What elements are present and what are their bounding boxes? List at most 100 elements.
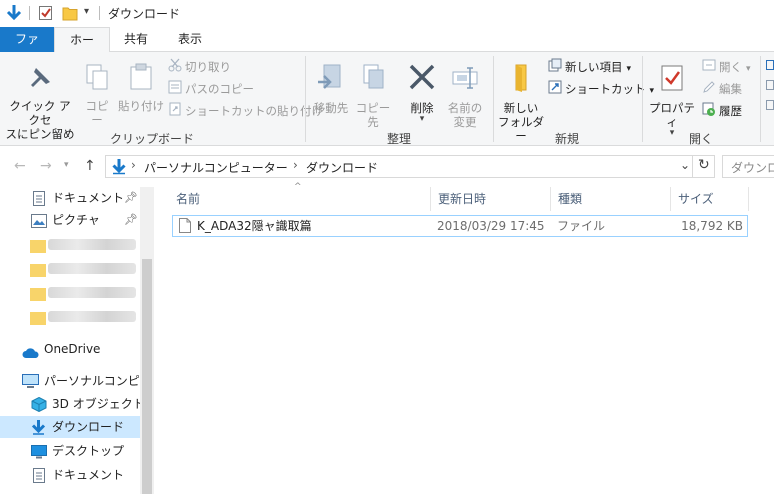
pin-icon[interactable]: 📌︎ [124, 187, 138, 209]
pin-icon[interactable]: 📌︎ [124, 209, 138, 231]
copy-icon [80, 62, 114, 95]
invert-selection-icon[interactable] [766, 100, 774, 110]
nav-pane-scrollbar[interactable] [140, 187, 154, 494]
file-name: K_ADA32隠ャ識取篇 [197, 219, 312, 233]
ribbon-tab-bar: ファイル ホーム 共有 表示 [0, 27, 774, 71]
nav-item-3d-objects[interactable]: 3D オブジェクト [0, 393, 140, 415]
tab-view[interactable]: 表示 [165, 27, 215, 52]
column-divider[interactable] [430, 187, 431, 211]
rename-icon [444, 62, 486, 97]
nav-item-documents[interactable]: ドキュメント [0, 464, 140, 486]
move-to-button[interactable]: 移動先 [310, 62, 352, 115]
cut-label: 切り取り [185, 60, 231, 74]
folder-icon [30, 238, 46, 255]
properties-label: プロパティ [649, 101, 695, 129]
back-arrow-icon[interactable]: ← [14, 158, 26, 174]
new-item-button[interactable]: 新しい項目 ▾ [548, 57, 631, 77]
nav-item-documents-pinned[interactable]: ドキュメント 📌︎ [0, 187, 140, 209]
nav-item-blurred-folder[interactable] [0, 233, 140, 255]
copy-button[interactable]: コピー [80, 62, 114, 127]
paste-shortcut-button[interactable]: ショートカットの貼り付け [168, 101, 323, 121]
copy-path-icon [168, 80, 182, 100]
blurred-folder-name [48, 263, 136, 274]
select-all-icon[interactable] [766, 60, 774, 70]
delete-dropdown-icon[interactable]: ▾ [404, 115, 440, 124]
tab-share[interactable]: 共有 [113, 27, 159, 52]
pin-quick-access-line1: クイック アクセ [9, 99, 71, 127]
up-arrow-icon[interactable]: ↑ [84, 158, 96, 174]
column-header-date[interactable]: 更新日時 [438, 187, 550, 211]
download-arrow-icon [31, 419, 46, 438]
rename-line2: 変更 [453, 115, 477, 129]
copy-to-button[interactable]: コピー先 [352, 62, 394, 129]
file-date: 2018/03/29 17:45 [437, 219, 545, 233]
nav-item-onedrive[interactable]: OneDrive [0, 338, 140, 360]
properties-button[interactable]: プロパティ ▾ [646, 62, 698, 138]
open-button[interactable]: 開く ▾ [702, 57, 751, 77]
refresh-icon[interactable]: ↻ [698, 157, 710, 173]
column-header-size[interactable]: サイズ [678, 187, 748, 211]
breadcrumb-this-pc[interactable]: パーソナルコンピューター [144, 159, 288, 176]
column-header-name[interactable]: 名前 [176, 187, 430, 211]
new-folder-quick-icon[interactable] [62, 4, 78, 25]
cut-button[interactable]: 切り取り [168, 57, 231, 77]
address-dropdown-icon[interactable]: ⌄ [680, 158, 690, 172]
edit-button[interactable]: 編集 [702, 79, 742, 99]
column-divider[interactable] [748, 187, 749, 211]
tab-file[interactable]: ファイル [0, 27, 54, 70]
breadcrumb-downloads[interactable]: ダウンロード [306, 159, 378, 176]
properties-quick-icon[interactable] [38, 4, 54, 25]
open-dropdown-icon: ▾ [746, 64, 751, 74]
customize-quick-access-icon[interactable]: ▾ [84, 6, 89, 17]
select-none-icon[interactable] [766, 80, 774, 90]
toolbar-divider [29, 6, 30, 20]
nav-item-pictures[interactable]: ピクチャ 📌︎ [0, 209, 140, 231]
rename-button[interactable]: 名前の 変更 [444, 62, 486, 129]
nav-item-label: デスクトップ [52, 444, 125, 458]
new-folder-line1: 新しい [503, 101, 539, 115]
generic-file-icon [179, 218, 191, 239]
history-icon [702, 102, 716, 122]
new-group-label: 新規 [554, 132, 579, 146]
new-item-icon [548, 58, 562, 78]
folder-icon [30, 262, 46, 279]
easy-access-button[interactable]: ショートカット ▾ [548, 79, 654, 99]
file-row[interactable]: K_ADA32隠ャ識取篇 2018/03/29 17:45 ファイル 18,79… [172, 215, 748, 237]
nav-item-desktop[interactable]: デスクトップ [0, 440, 140, 462]
paste-shortcut-label: ショートカットの貼り付け [185, 104, 323, 118]
nav-item-this-pc[interactable]: パーソナルコンピュータ [0, 370, 140, 392]
scissors-icon [168, 58, 182, 78]
copy-to-icon [352, 62, 394, 97]
shortcut-icon [548, 80, 562, 100]
column-divider[interactable] [670, 187, 671, 211]
forward-arrow-icon[interactable]: → [40, 158, 52, 174]
delete-button[interactable]: 削除 ▾ [404, 62, 440, 124]
file-type: ファイル [557, 219, 606, 233]
nav-item-blurred-folder[interactable] [0, 257, 140, 279]
paste-label: 貼り付け [118, 99, 164, 113]
address-bar[interactable]: › パーソナルコンピューター › ダウンロード ⌄ ↻ [105, 155, 715, 178]
paste-button[interactable]: 貼り付け [118, 62, 164, 113]
download-arrow-icon[interactable] [6, 4, 22, 25]
recent-locations-chevron-icon[interactable]: ▾ [64, 160, 69, 170]
history-button[interactable]: 履歴 [702, 101, 742, 121]
copy-path-button[interactable]: パスのコピー [168, 79, 254, 99]
search-input[interactable]: ダウンロー [722, 155, 774, 178]
nav-item-label: ドキュメント [52, 191, 125, 205]
blurred-folder-name [48, 311, 136, 322]
nav-item-blurred-folder[interactable] [0, 281, 140, 303]
history-label: 履歴 [719, 104, 742, 118]
tab-home[interactable]: ホーム [54, 27, 110, 71]
column-divider[interactable] [550, 187, 551, 211]
edit-pencil-icon [702, 80, 716, 100]
column-header-type[interactable]: 種類 [558, 187, 670, 211]
blurred-folder-name [48, 239, 136, 250]
nav-item-downloads[interactable]: ダウンロード [0, 416, 140, 438]
breadcrumb-chevron-icon[interactable]: › [293, 158, 298, 172]
nav-item-blurred-folder[interactable] [0, 305, 140, 327]
toolbar-divider [99, 6, 100, 20]
file-size: 18,792 KB [681, 219, 743, 233]
scrollbar-thumb[interactable] [142, 259, 152, 494]
properties-check-icon [646, 62, 698, 97]
breadcrumb-chevron-icon[interactable]: › [131, 158, 136, 172]
